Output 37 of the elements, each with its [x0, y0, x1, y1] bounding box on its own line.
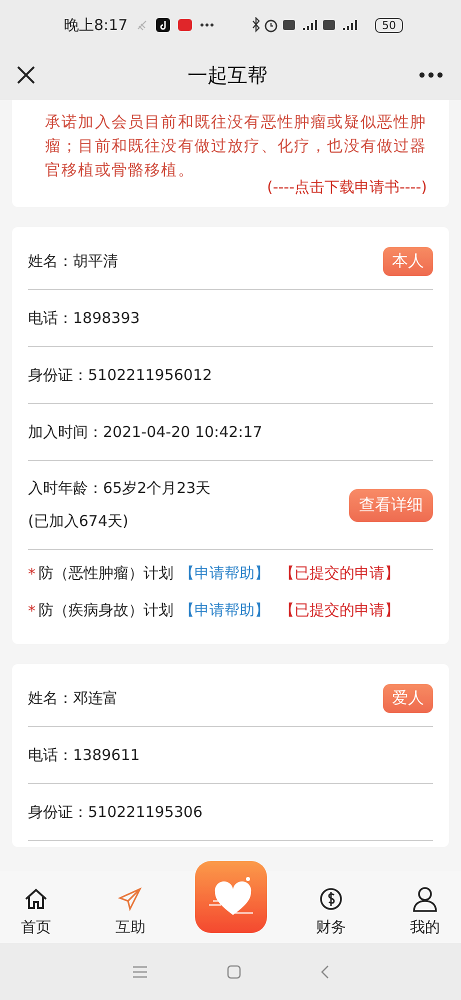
- download-link[interactable]: (----点击下载申请书----): [266, 178, 427, 197]
- tab-item[interactable]: 首页: [6, 886, 66, 941]
- tab-item[interactable]: 互助: [100, 886, 160, 941]
- home-button-icon[interactable]: [226, 964, 240, 978]
- page-title: 一起互帮: [188, 62, 268, 88]
- required-mark: *: [28, 564, 36, 582]
- music-app-icon: [156, 18, 170, 32]
- apply-link[interactable]: 【申请帮助】: [180, 564, 270, 583]
- heart-button[interactable]: [194, 861, 266, 933]
- close-icon[interactable]: [16, 65, 36, 85]
- details-button[interactable]: 查看详细: [349, 488, 433, 522]
- info-text: 入时年龄：65岁2个月23天: [28, 479, 211, 498]
- back-icon[interactable]: [320, 964, 328, 978]
- more-icon[interactable]: [419, 72, 443, 78]
- role-badge: 本人: [383, 246, 433, 276]
- info-text: 电话：1898393: [28, 308, 140, 328]
- plan-name: 防（恶性肿瘤）计划: [38, 564, 174, 583]
- required-mark: *: [28, 602, 36, 620]
- joined-days: (已加入674天): [28, 512, 211, 531]
- more-notifications-icon: [200, 23, 214, 27]
- plan-name: 防（疾病身故）计划: [38, 601, 174, 620]
- info-text: 身份证：5102211956012: [28, 366, 212, 384]
- role-badge: 爱人: [383, 684, 433, 712]
- submitted-link[interactable]: 【已提交的申请】: [280, 564, 400, 583]
- info-text: 身份证：510221195306: [28, 802, 203, 822]
- menu-icon[interactable]: [132, 966, 146, 978]
- status-time: 晚上8:17: [64, 16, 128, 34]
- apply-link[interactable]: 【申请帮助】: [180, 601, 270, 620]
- info-text: 电话：1389611: [28, 746, 140, 764]
- battery-level: 50: [375, 18, 403, 32]
- tab-item[interactable]: 我的: [395, 886, 455, 941]
- submitted-link[interactable]: 【已提交的申请】: [280, 601, 400, 620]
- tab-item[interactable]: 财务: [300, 886, 361, 941]
- info-text: 姓名：胡平清: [28, 252, 118, 270]
- info-text: 加入时间：2021-04-20 10:42:17: [28, 422, 262, 442]
- notice-text: 承诺加入会员目前和既往没有恶性肿瘤或疑似恶性肿瘤；目前和既往没有做过放疗、化疗，也没有做过器官移植或骨骼移植。: [45, 112, 427, 180]
- info-text: 姓名：邓连富: [28, 688, 118, 708]
